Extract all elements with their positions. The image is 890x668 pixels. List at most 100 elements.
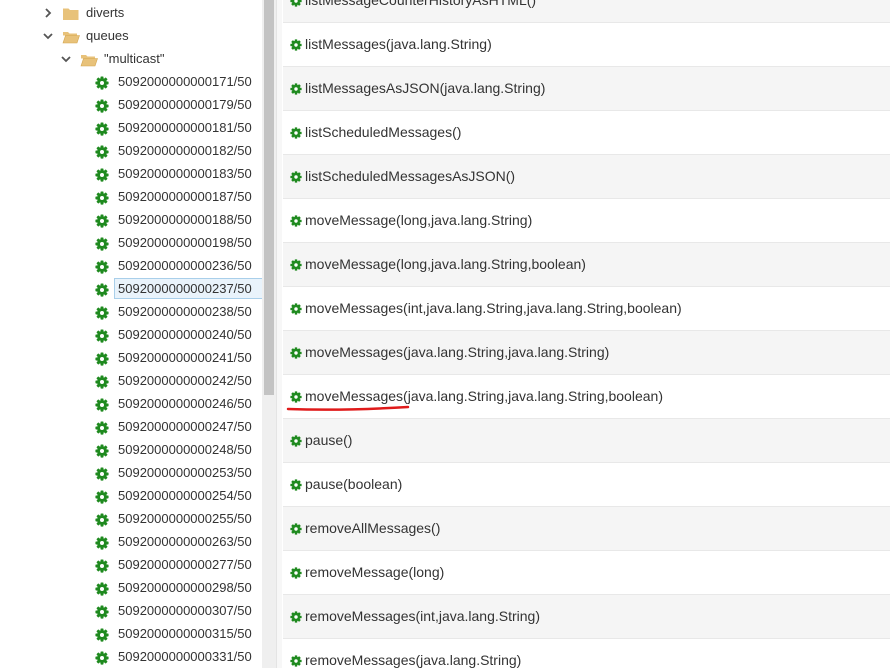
operation-row[interactable]: listScheduledMessages(): [283, 110, 890, 154]
operation-row[interactable]: moveMessages(java.lang.String,java.lang.…: [283, 374, 890, 418]
operation-row[interactable]: moveMessage(long,java.lang.String,boolea…: [283, 242, 890, 286]
tree-queue-item[interactable]: 5092000000000255/50: [0, 507, 262, 530]
chevron-down-icon[interactable]: [59, 47, 73, 70]
tree-queue-item[interactable]: 5092000000000181/50: [0, 116, 262, 139]
gear-icon: [95, 74, 109, 90]
operation-label[interactable]: moveMessage(long,java.lang.String,boolea…: [305, 243, 586, 286]
tree-queue-label: 5092000000000277/50: [118, 557, 252, 572]
operation-row[interactable]: removeAllMessages(): [283, 506, 890, 550]
tree-queue-label: 5092000000000246/50: [118, 396, 252, 411]
gear-icon: [290, 0, 302, 7]
tree-queue-item[interactable]: 5092000000000241/50: [0, 346, 262, 369]
operation-label[interactable]: removeMessages(java.lang.String): [305, 639, 521, 668]
operation-label[interactable]: removeMessage(long): [305, 551, 444, 594]
chevron-right-icon[interactable]: [41, 1, 55, 24]
operation-label[interactable]: listScheduledMessages(): [305, 111, 461, 154]
tree-queue-item[interactable]: 5092000000000263/50: [0, 530, 262, 553]
gear-icon: [290, 126, 302, 139]
gear-icon: [290, 522, 302, 535]
tree-scrollbar[interactable]: [262, 0, 276, 668]
operation-label[interactable]: listScheduledMessagesAsJSON(): [305, 155, 515, 198]
gear-icon: [290, 478, 302, 491]
tree-queue-item[interactable]: 5092000000000254/50: [0, 484, 262, 507]
jmx-tree: diverts queues "multicast" 5092000000000171…: [0, 0, 262, 668]
operation-label[interactable]: moveMessages(java.lang.String,java.lang.…: [305, 375, 663, 418]
tree-queue-item[interactable]: 5092000000000171/50: [0, 70, 262, 93]
gear-icon: [290, 610, 302, 623]
tree-folder-multicast[interactable]: "multicast": [0, 47, 262, 70]
gear-icon: [290, 170, 302, 183]
tree-queue-item[interactable]: 5092000000000246/50: [0, 392, 262, 415]
tree-folder-queues[interactable]: queues: [0, 24, 262, 47]
tree-queue-label: 5092000000000241/50: [118, 350, 252, 365]
gear-icon: [95, 488, 109, 504]
tree-queue-label: 5092000000000253/50: [118, 465, 252, 480]
operation-label[interactable]: listMessagesAsJSON(java.lang.String): [305, 67, 545, 110]
gear-icon: [290, 38, 302, 51]
operation-row[interactable]: listScheduledMessagesAsJSON(): [283, 154, 890, 198]
gear-icon: [95, 557, 109, 573]
operation-label[interactable]: listMessages(java.lang.String): [305, 23, 492, 66]
operation-row[interactable]: pause(boolean): [283, 462, 890, 506]
operation-label[interactable]: pause(): [305, 419, 352, 462]
operation-label[interactable]: removeAllMessages(): [305, 507, 440, 550]
tree-queue-item[interactable]: 5092000000000277/50: [0, 553, 262, 576]
gear-icon: [290, 82, 302, 95]
tree-scrollbar-thumb[interactable]: [264, 0, 274, 395]
tree-folder-label: queues: [86, 28, 129, 43]
tree-folder-diverts[interactable]: diverts: [0, 1, 262, 24]
tree-queue-item[interactable]: 5092000000000242/50: [0, 369, 262, 392]
operation-row[interactable]: listMessages(java.lang.String): [283, 22, 890, 66]
gear-icon: [95, 465, 109, 481]
tree-queue-item[interactable]: 5092000000000240/50: [0, 323, 262, 346]
pane-divider[interactable]: [276, 0, 282, 668]
gear-icon: [290, 566, 302, 579]
tree-queue-item[interactable]: 5092000000000307/50: [0, 599, 262, 622]
tree-queue-item[interactable]: 5092000000000236/50: [0, 254, 262, 277]
tree-queue-item[interactable]: 5092000000000198/50: [0, 231, 262, 254]
operation-row[interactable]: removeMessages(java.lang.String): [283, 638, 890, 668]
tree-queue-item[interactable]: 5092000000000247/50: [0, 415, 262, 438]
tree-queue-item[interactable]: 5092000000000253/50: [0, 461, 262, 484]
tree-queue-label: 5092000000000236/50: [118, 258, 252, 273]
tree-queue-label: 5092000000000171/50: [118, 74, 252, 89]
gear-icon: [95, 603, 109, 619]
operation-row[interactable]: moveMessages(int,java.lang.String,java.l…: [283, 286, 890, 330]
gear-icon: [95, 373, 109, 389]
tree-queue-item[interactable]: 5092000000000182/50: [0, 139, 262, 162]
operation-label[interactable]: removeMessages(int,java.lang.String): [305, 595, 540, 638]
tree-queue-label: 5092000000000307/50: [118, 603, 252, 618]
operation-row[interactable]: moveMessages(java.lang.String,java.lang.…: [283, 330, 890, 374]
tree-folder-label: diverts: [86, 5, 125, 20]
tree-queue-item[interactable]: 5092000000000298/50: [0, 576, 262, 599]
tree-queue-label: 5092000000000248/50: [118, 442, 252, 457]
tree-queue-item[interactable]: 5092000000000237/50: [0, 277, 262, 300]
operation-label[interactable]: pause(boolean): [305, 463, 402, 506]
operation-label[interactable]: moveMessages(java.lang.String,java.lang.…: [305, 331, 609, 374]
gear-icon: [95, 649, 109, 665]
tree-queue-item[interactable]: 5092000000000183/50: [0, 162, 262, 185]
tree-queue-label: 5092000000000237/50: [118, 281, 252, 296]
chevron-down-icon[interactable]: [41, 24, 55, 47]
operation-row[interactable]: listMessageCounterHistoryAsHTML(): [283, 0, 890, 22]
tree-queue-item[interactable]: 5092000000000315/50: [0, 622, 262, 645]
tree-queue-item[interactable]: 5092000000000248/50: [0, 438, 262, 461]
operation-label[interactable]: moveMessages(int,java.lang.String,java.l…: [305, 287, 682, 330]
tree-queue-item[interactable]: 5092000000000331/50: [0, 645, 262, 668]
operation-label[interactable]: listMessageCounterHistoryAsHTML(): [305, 0, 536, 22]
operation-row[interactable]: pause(): [283, 418, 890, 462]
operation-row[interactable]: listMessagesAsJSON(java.lang.String): [283, 66, 890, 110]
tree-queue-item[interactable]: 5092000000000238/50: [0, 300, 262, 323]
operations-list: listMessageCounterHistoryAsHTML() listMes…: [283, 0, 890, 668]
operation-label[interactable]: moveMessage(long,java.lang.String): [305, 199, 532, 242]
gear-icon: [95, 350, 109, 366]
gear-icon: [290, 434, 302, 447]
gear-icon: [95, 304, 109, 320]
gear-icon: [290, 654, 302, 667]
tree-queue-item[interactable]: 5092000000000187/50: [0, 185, 262, 208]
operation-row[interactable]: removeMessages(int,java.lang.String): [283, 594, 890, 638]
tree-queue-item[interactable]: 5092000000000188/50: [0, 208, 262, 231]
tree-queue-item[interactable]: 5092000000000179/50: [0, 93, 262, 116]
operation-row[interactable]: moveMessage(long,java.lang.String): [283, 198, 890, 242]
operation-row[interactable]: removeMessage(long): [283, 550, 890, 594]
